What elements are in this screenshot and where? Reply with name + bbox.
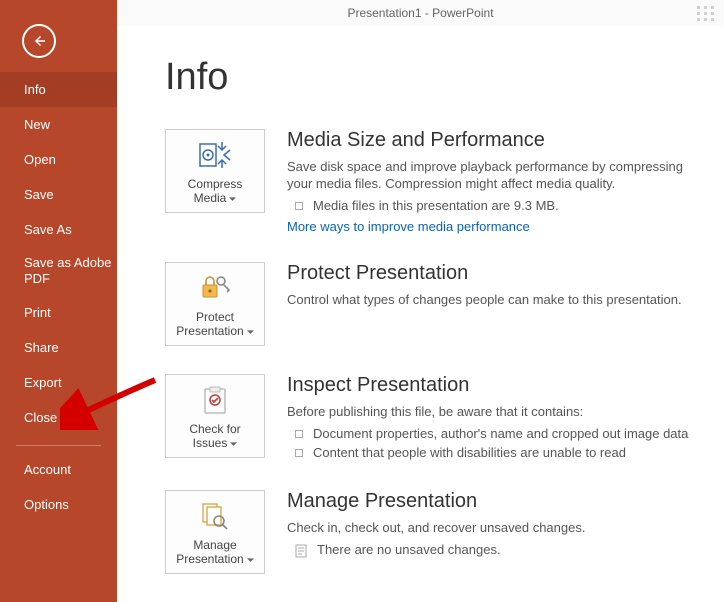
sidebar-item-label: Options bbox=[24, 497, 69, 512]
sidebar-item-label: Info bbox=[24, 82, 46, 97]
bullet-text: Content that people with disabilities ar… bbox=[313, 445, 626, 460]
compress-media-button[interactable]: Compress Media bbox=[165, 129, 265, 213]
checklist-icon bbox=[201, 382, 229, 418]
tile-label: Protect Presentation bbox=[176, 310, 243, 338]
bullet-row: Media files in this presentation are 9.3… bbox=[287, 196, 704, 215]
protect-presentation-button[interactable]: Protect Presentation bbox=[165, 262, 265, 346]
sidebar-item-label: Save as Adobe PDF bbox=[24, 255, 111, 286]
chevron-down-icon bbox=[230, 436, 237, 450]
bullet-icon bbox=[295, 430, 303, 438]
section-title: Protect Presentation bbox=[287, 262, 704, 285]
bullet-icon bbox=[295, 202, 303, 210]
sidebar-item-label: Share bbox=[24, 340, 59, 355]
manage-presentation-button[interactable]: Manage Presentation bbox=[165, 490, 265, 574]
bullet-row: Content that people with disabilities ar… bbox=[287, 443, 704, 462]
section-title: Manage Presentation bbox=[287, 490, 704, 513]
bullet-row: There are no unsaved changes. bbox=[287, 540, 704, 560]
section-desc: Save disk space and improve playback per… bbox=[287, 158, 704, 192]
lock-key-icon bbox=[199, 270, 231, 306]
sidebar-item-open[interactable]: Open bbox=[0, 142, 117, 177]
back-button[interactable] bbox=[22, 24, 56, 58]
bullet-text: Document properties, author's name and c… bbox=[313, 426, 688, 441]
section-desc: Control what types of changes people can… bbox=[287, 291, 704, 308]
title-bar: Presentation1 - PowerPoint bbox=[117, 0, 724, 26]
content-area: Info Compress Media Media Size and Perfo… bbox=[117, 26, 724, 602]
compress-media-icon bbox=[198, 137, 232, 173]
sidebar-item-export[interactable]: Export bbox=[0, 365, 117, 400]
check-for-issues-button[interactable]: Check for Issues bbox=[165, 374, 265, 458]
section-media: Compress Media Media Size and Performanc… bbox=[165, 129, 704, 234]
section-manage: Manage Presentation Manage Presentation … bbox=[165, 490, 704, 574]
bullet-text: There are no unsaved changes. bbox=[317, 542, 501, 557]
bullet-icon bbox=[295, 449, 303, 457]
sidebar-item-label: Save As bbox=[24, 222, 72, 237]
sidebar-item-save-adobe-pdf[interactable]: Save as Adobe PDF bbox=[0, 247, 117, 295]
sidebar-item-label: Save bbox=[24, 187, 54, 202]
sidebar-item-label: Export bbox=[24, 375, 62, 390]
bullet-text: Media files in this presentation are 9.3… bbox=[313, 198, 559, 213]
media-performance-link[interactable]: More ways to improve media performance bbox=[287, 219, 530, 234]
documents-magnify-icon bbox=[199, 498, 231, 534]
sidebar-item-saveas[interactable]: Save As bbox=[0, 212, 117, 247]
sidebar-item-new[interactable]: New bbox=[0, 107, 117, 142]
sidebar-item-share[interactable]: Share bbox=[0, 330, 117, 365]
chevron-down-icon bbox=[247, 552, 254, 566]
sidebar-item-close[interactable]: Close bbox=[0, 400, 117, 435]
chevron-down-icon bbox=[247, 324, 254, 338]
sidebar-separator bbox=[16, 445, 101, 446]
sidebar-item-account[interactable]: Account bbox=[0, 452, 117, 487]
section-desc: Before publishing this file, be aware th… bbox=[287, 403, 704, 420]
backstage-sidebar: Info New Open Save Save As Save as Adobe… bbox=[0, 0, 117, 602]
tile-label: Manage Presentation bbox=[176, 538, 243, 566]
section-inspect: Check for Issues Inspect Presentation Be… bbox=[165, 374, 704, 462]
section-desc: Check in, check out, and recover unsaved… bbox=[287, 519, 704, 536]
sidebar-item-save[interactable]: Save bbox=[0, 177, 117, 212]
sidebar-item-label: Close bbox=[24, 410, 57, 425]
sidebar-item-print[interactable]: Print bbox=[0, 295, 117, 330]
section-title: Media Size and Performance bbox=[287, 129, 704, 152]
sidebar-item-label: New bbox=[24, 117, 50, 132]
sidebar-item-info[interactable]: Info bbox=[0, 72, 117, 107]
chevron-down-icon bbox=[229, 191, 236, 205]
sidebar-item-label: Open bbox=[24, 152, 56, 167]
section-title: Inspect Presentation bbox=[287, 374, 704, 397]
bullet-row: Document properties, author's name and c… bbox=[287, 424, 704, 443]
sidebar-item-label: Print bbox=[24, 305, 51, 320]
document-icon bbox=[295, 544, 307, 558]
sidebar-item-label: Account bbox=[24, 462, 71, 477]
sidebar-item-options[interactable]: Options bbox=[0, 487, 117, 522]
arrow-left-icon bbox=[30, 32, 48, 50]
window-drag-icon bbox=[697, 6, 714, 21]
window-title: Presentation1 - PowerPoint bbox=[347, 6, 493, 20]
section-protect: Protect Presentation Protect Presentatio… bbox=[165, 262, 704, 346]
page-title: Info bbox=[165, 56, 704, 99]
